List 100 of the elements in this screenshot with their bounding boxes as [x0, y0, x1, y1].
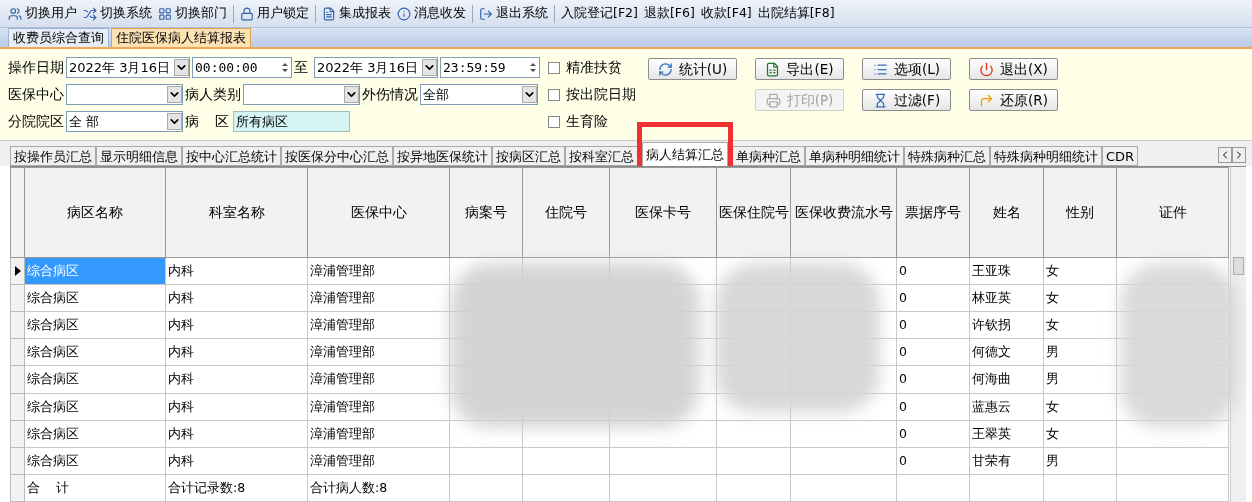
report-tab[interactable]: CDR — [1102, 146, 1139, 166]
button-icon — [979, 61, 995, 77]
table-cell: 漳浦管理部 — [307, 447, 450, 475]
report-tab[interactable]: 特殊病种明细统计 — [990, 146, 1102, 166]
toolbar-button[interactable]: 用户锁定 — [240, 4, 309, 23]
text-field[interactable]: 所有病区 — [233, 111, 350, 132]
toolbar-button[interactable]: 切换系统 — [83, 4, 152, 23]
checkbox[interactable] — [548, 115, 560, 128]
table-cell: 漳浦管理部 — [307, 365, 450, 394]
time-spinner[interactable]: 00:00:00 — [192, 57, 292, 78]
report-tab[interactable]: 按异地医保统计 — [393, 146, 492, 166]
action-button[interactable]: 还原(R) — [969, 89, 1058, 111]
button-icon — [657, 61, 673, 77]
scroll-right-icon[interactable] — [1232, 147, 1246, 163]
toolbar-button[interactable]: 切换用户 — [8, 4, 77, 23]
table-cell: 女 — [1043, 284, 1117, 312]
toolbar-icon — [397, 6, 411, 21]
toolbar-icon — [322, 6, 336, 21]
field-label: 区 — [215, 112, 230, 131]
summary-cell: 合计病人数:8 — [307, 474, 450, 502]
table-cell: 漳浦管理部 — [307, 338, 450, 366]
report-tab[interactable]: 单病种汇总 — [732, 146, 805, 166]
report-tab[interactable]: 按医保分中心汇总 — [281, 146, 393, 166]
column-header[interactable]: 病区名称 — [24, 167, 166, 258]
table-cell: 0 — [896, 447, 970, 475]
toolbar-button[interactable]: 入院登记[F2] — [561, 4, 638, 23]
action-button[interactable]: 选项(L) — [862, 58, 951, 80]
column-header[interactable]: 证件 — [1116, 167, 1229, 258]
report-tab[interactable]: 病人结算汇总 — [642, 142, 728, 166]
report-tab[interactable]: 按中心汇总统计 — [182, 146, 281, 166]
table-cell: 0 — [896, 257, 970, 285]
column-header[interactable]: 科室名称 — [165, 167, 308, 258]
toolbar-button[interactable]: 出院结算[F8] — [757, 4, 835, 23]
column-header[interactable]: 医保住院号 — [716, 167, 791, 258]
scroll-left-icon[interactable] — [1218, 147, 1232, 163]
checkbox[interactable] — [548, 88, 560, 101]
dropdown[interactable] — [243, 84, 360, 105]
report-tab[interactable]: 显示明细信息 — [96, 146, 182, 166]
action-button[interactable]: 导出(E) — [755, 58, 844, 80]
table-cell: 0 — [896, 420, 970, 448]
column-header[interactable]: 性别 — [1043, 167, 1117, 258]
toolbar-button[interactable]: 集成报表 — [322, 4, 391, 23]
table-cell: 0 — [896, 284, 970, 312]
table-cell: 男 — [1043, 447, 1117, 475]
dropdown[interactable]: 全 部 — [66, 111, 183, 132]
dropdown[interactable]: 全部 — [420, 84, 538, 105]
table-cell: 综合病区 — [24, 284, 166, 312]
table-cell: 女 — [1043, 257, 1117, 285]
toolbar-button[interactable]: 退款[F6] — [643, 4, 695, 23]
table-cell: 女 — [1043, 311, 1117, 339]
column-header[interactable]: 医保卡号 — [609, 167, 717, 258]
report-tab[interactable]: 特殊病种汇总 — [904, 146, 990, 166]
column-header[interactable]: 病案号 — [449, 167, 523, 258]
button-icon — [765, 61, 781, 77]
summary-cell: 合计记录数:8 — [165, 474, 308, 502]
row-indicator[interactable] — [10, 257, 25, 285]
table-cell: 综合病区 — [24, 338, 166, 366]
dropdown[interactable]: 2022年 3月16日 — [314, 57, 438, 78]
toolbar-icon — [479, 6, 493, 21]
toolbar-button[interactable]: 消息收发 — [397, 4, 466, 23]
table-cell: 内科 — [165, 393, 308, 421]
checkbox[interactable] — [548, 61, 560, 74]
toolbar-icon — [240, 6, 254, 21]
toolbar-button[interactable]: 收款[F4] — [700, 4, 752, 23]
table-cell: 王亚珠 — [969, 257, 1044, 285]
column-header[interactable]: 住院号 — [522, 167, 610, 258]
report-tab[interactable]: 按科室汇总 — [565, 146, 638, 166]
table-cell: 甘荣有 — [969, 447, 1044, 475]
column-header[interactable]: 票据序号 — [896, 167, 970, 258]
action-button[interactable]: 统计(U) — [648, 58, 737, 80]
column-header[interactable]: 医保中心 — [307, 167, 450, 258]
table-cell: 男 — [1043, 338, 1117, 366]
document-tab[interactable]: 住院医保病人结算报表 — [111, 28, 251, 47]
column-header[interactable]: 医保收费流水号 — [790, 167, 897, 258]
field-label: 操作日期 — [8, 58, 65, 77]
report-tab[interactable]: 按操作员汇总 — [10, 146, 96, 166]
action-button[interactable]: 过滤(F) — [862, 89, 951, 111]
table-cell: 内科 — [165, 257, 308, 285]
toolbar-icon — [83, 6, 97, 21]
table-cell: 内科 — [165, 311, 308, 339]
table-cell: 综合病区 — [24, 365, 166, 394]
dropdown[interactable] — [66, 84, 183, 105]
field-label: 至 — [294, 58, 309, 77]
table-cell: 内科 — [165, 338, 308, 366]
table-cell: 内科 — [165, 284, 308, 312]
table-cell: 漳浦管理部 — [307, 311, 450, 339]
field-label: 病 — [185, 112, 200, 131]
toolbar-button[interactable]: 退出系统 — [479, 4, 548, 23]
summary-cell: 合 计 — [24, 474, 166, 502]
report-tab[interactable]: 按病区汇总 — [492, 146, 565, 166]
field-label: 病人类别 — [185, 85, 242, 104]
button-icon — [872, 61, 888, 77]
document-tab[interactable]: 收费员综合查询 — [8, 28, 109, 47]
field-label: 分院院区 — [8, 112, 65, 131]
action-button[interactable]: 退出(X) — [969, 58, 1058, 80]
dropdown[interactable]: 2022年 3月16日 — [66, 57, 190, 78]
report-tab[interactable]: 单病种明细统计 — [805, 146, 904, 166]
time-spinner[interactable]: 23:59:59 — [440, 57, 540, 78]
column-header[interactable]: 姓名 — [969, 167, 1044, 258]
toolbar-button[interactable]: 切换部门 — [158, 4, 227, 23]
